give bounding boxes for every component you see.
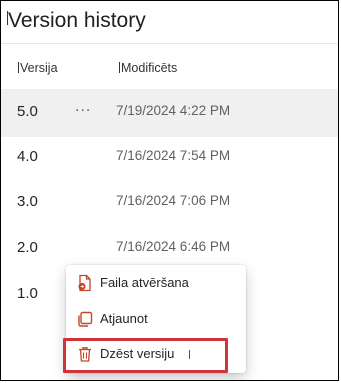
- version-number: 1.0: [17, 285, 38, 302]
- restore-icon: [76, 310, 94, 328]
- panel-title-text: Version history: [8, 9, 146, 32]
- panel-title: Version history: [7, 8, 146, 34]
- version-row[interactable]: 3.0 7/16/2024 7:06 PM: [1, 179, 338, 227]
- delete-version-highlight: [63, 338, 228, 373]
- version-number: 4.0: [17, 148, 38, 165]
- more-options-button[interactable]: ...: [75, 98, 91, 116]
- menu-item-label: Faila atvēršana: [100, 275, 189, 290]
- column-header-modified-label: Modificēts: [121, 61, 178, 75]
- column-resize-handle[interactable]: [119, 62, 120, 73]
- version-history-panel: Version history Versija Modificēts 5.0 .…: [0, 0, 339, 381]
- version-number: 3.0: [17, 193, 38, 210]
- menu-item-restore[interactable]: Atjaunot: [66, 302, 246, 336]
- modified-date: 7/16/2024 7:54 PM: [116, 148, 231, 163]
- menu-item-open-file[interactable]: Faila atvēršana: [66, 266, 246, 300]
- modified-date: 7/16/2024 7:06 PM: [116, 193, 231, 208]
- menu-item-label: Atjaunot: [100, 311, 148, 326]
- version-row[interactable]: 5.0 ... 7/19/2024 4:22 PM: [1, 89, 338, 137]
- column-header-modified[interactable]: Modificēts: [119, 61, 177, 75]
- version-row[interactable]: 4.0 7/16/2024 7:54 PM: [1, 134, 338, 182]
- column-header-version[interactable]: Versija: [18, 61, 58, 75]
- version-number: 5.0: [17, 103, 38, 120]
- version-number: 2.0: [17, 239, 38, 256]
- column-header-version-label: Versija: [20, 61, 58, 75]
- open-file-icon: [76, 274, 94, 292]
- modified-date: 7/19/2024 4:22 PM: [116, 103, 231, 118]
- mouse-cursor: [189, 350, 190, 359]
- title-divider: [1, 43, 338, 44]
- modified-date: 7/16/2024 6:46 PM: [116, 239, 231, 254]
- column-resize-handle[interactable]: [18, 62, 19, 73]
